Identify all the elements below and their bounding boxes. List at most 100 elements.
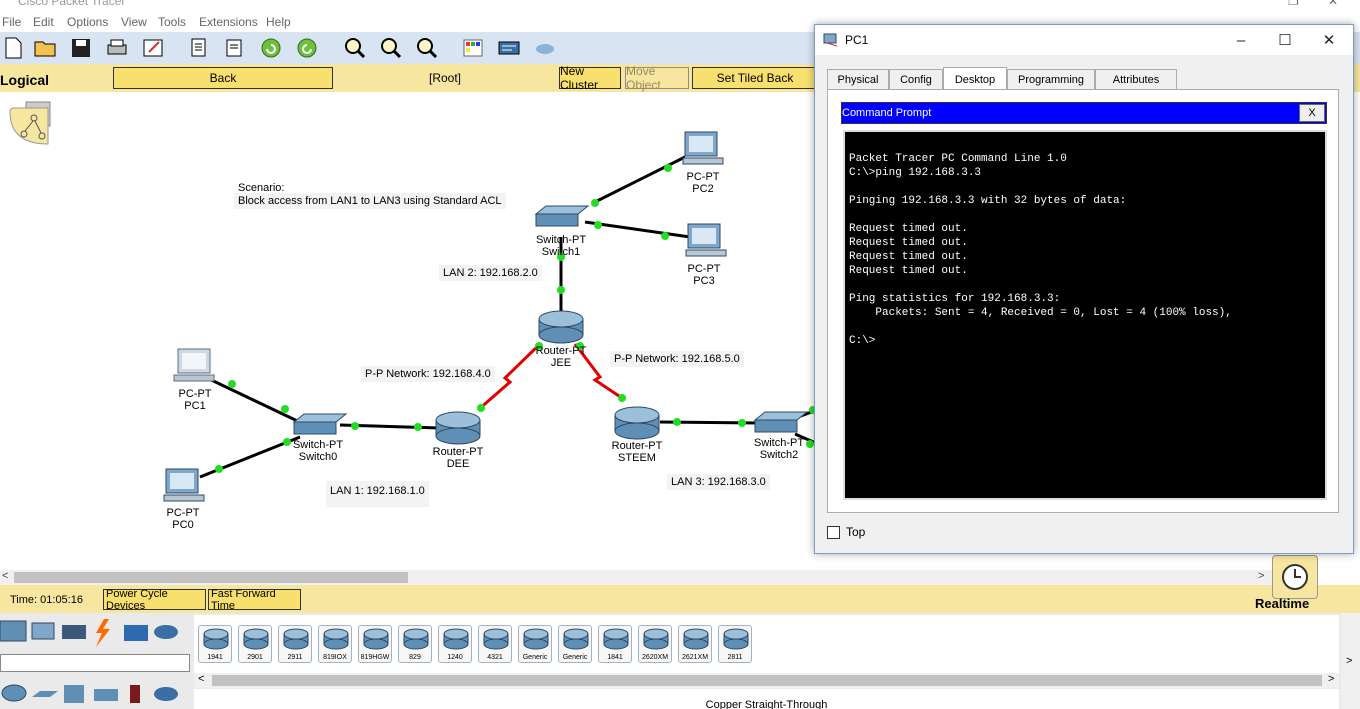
- device-list-scrollbar[interactable]: < >: [194, 673, 1339, 688]
- pc3-icon: [685, 223, 727, 257]
- vscroll-right-icon[interactable]: >: [1346, 655, 1352, 667]
- menu-file[interactable]: File: [2, 15, 21, 29]
- scroll-left-icon[interactable]: <: [2, 570, 8, 582]
- scenario-text: Block access from LAN1 to LAN3 using Sta…: [234, 193, 506, 209]
- close-icon[interactable]: ✕: [1328, 0, 1338, 8]
- router-model-icon: [203, 628, 229, 650]
- window-close-icon[interactable]: ✕: [1307, 28, 1351, 52]
- set-tiled-background-button[interactable]: Set Tiled Back: [692, 67, 818, 89]
- cloud-icon[interactable]: [532, 35, 558, 61]
- tab-config[interactable]: Config: [889, 69, 943, 90]
- router-model-icon: [523, 628, 549, 650]
- router-model-4[interactable]: 819HGW: [358, 625, 392, 663]
- router-model-icon: [443, 628, 469, 650]
- tab-attributes[interactable]: Attributes: [1095, 69, 1177, 90]
- dev-scroll-right-icon[interactable]: >: [1328, 673, 1334, 685]
- restore-icon[interactable]: ❐: [1288, 0, 1299, 8]
- switch0-label[interactable]: Switch-PT Switch0: [293, 439, 343, 463]
- open-folder-icon[interactable]: [32, 35, 58, 61]
- print-icon[interactable]: [104, 35, 130, 61]
- router-model-11[interactable]: 2620XM: [638, 625, 672, 663]
- menu-options[interactable]: Options: [67, 15, 108, 29]
- menu-tools[interactable]: Tools: [158, 15, 186, 29]
- back-button[interactable]: Back: [113, 67, 333, 89]
- menu-help[interactable]: Help: [266, 15, 291, 29]
- zoom-reset-icon[interactable]: [378, 35, 404, 61]
- pc1-label[interactable]: PC-PT PC1: [179, 388, 212, 412]
- router-model-icon: [483, 628, 509, 650]
- pc3-label[interactable]: PC-PT PC3: [688, 263, 721, 287]
- cluster-navigation-icon[interactable]: [8, 100, 52, 148]
- router-model-9[interactable]: Generic: [558, 625, 592, 663]
- switch2-icon: [753, 411, 809, 433]
- scroll-thumb[interactable]: [14, 572, 408, 583]
- terminal-output[interactable]: Packet Tracer PC Command Line 1.0 C:\>pi…: [843, 130, 1327, 500]
- router-model-13[interactable]: 2811: [718, 625, 752, 663]
- switch1-label[interactable]: Switch-PT Switch1: [536, 234, 586, 258]
- move-object-button[interactable]: Move Object: [625, 64, 689, 92]
- paste-icon[interactable]: [222, 35, 248, 61]
- router-model-0[interactable]: 1941: [198, 625, 232, 663]
- redo-icon[interactable]: [294, 35, 320, 61]
- custom-device-icon[interactable]: [496, 35, 522, 61]
- router-dee-label[interactable]: Router-PT DEE: [433, 446, 484, 470]
- device-search-input[interactable]: [0, 654, 190, 672]
- dev-scroll-thumb[interactable]: [212, 675, 1322, 686]
- router-steem-icon: [614, 406, 660, 440]
- new-file-icon[interactable]: [0, 35, 26, 61]
- router-jee-label[interactable]: Router-PT JEE: [536, 345, 587, 369]
- copy-icon[interactable]: [186, 35, 212, 61]
- zoom-in-icon[interactable]: [342, 35, 368, 61]
- save-icon[interactable]: [68, 35, 94, 61]
- router-model-8[interactable]: Generic: [518, 625, 552, 663]
- maximize-icon[interactable]: ☐: [1263, 28, 1307, 52]
- realtime-mode-label[interactable]: Realtime: [1255, 596, 1309, 611]
- folder-icon: [124, 625, 148, 641]
- router-steem-label[interactable]: Router-PT STEEM: [612, 440, 663, 464]
- components-icon: [62, 625, 86, 639]
- pc2-label[interactable]: PC-PT PC2: [687, 171, 720, 195]
- menu-view[interactable]: View: [121, 15, 147, 29]
- new-cluster-button[interactable]: New Cluster: [559, 64, 621, 92]
- packet-tracer-app: Cisco Packet Tracer ❐ ✕ File Edit Option…: [0, 0, 1360, 709]
- router-model-1[interactable]: 2901: [238, 625, 272, 663]
- palette-icon[interactable]: [460, 35, 486, 61]
- router-model-5[interactable]: 829: [398, 625, 432, 663]
- zoom-out-icon[interactable]: [414, 35, 440, 61]
- tab-physical[interactable]: Physical: [827, 69, 889, 90]
- router-model-10[interactable]: 1841: [598, 625, 632, 663]
- router-model-label: 829: [409, 654, 421, 661]
- router-model-label: 1841: [607, 654, 623, 661]
- workspace-horizontal-scrollbar[interactable]: < >: [0, 570, 1272, 585]
- dev-scroll-left-icon[interactable]: <: [198, 673, 204, 685]
- router-model-3[interactable]: 819IOX: [318, 625, 352, 663]
- tab-desktop[interactable]: Desktop: [943, 67, 1007, 91]
- command-prompt-close-button[interactable]: X: [1299, 104, 1325, 122]
- router-model-label: 2811: [727, 654, 743, 661]
- router-model-6[interactable]: 1240: [438, 625, 472, 663]
- router-model-2[interactable]: 2911: [278, 625, 312, 663]
- router-model-7[interactable]: 4321: [478, 625, 512, 663]
- top-checkbox[interactable]: Top: [827, 525, 865, 539]
- menu-edit[interactable]: Edit: [33, 15, 54, 29]
- menu-extensions[interactable]: Extensions: [199, 15, 258, 29]
- pc1-title-bar[interactable]: PC1 – ☐ ✕: [815, 25, 1353, 55]
- palette-vertical-scrollbar[interactable]: >: [1341, 613, 1360, 709]
- link-pc1-switch0: [204, 375, 311, 429]
- switch2-label[interactable]: Switch-PT Switch2: [754, 437, 804, 461]
- logical-label[interactable]: Logical: [0, 72, 49, 88]
- minimize-icon[interactable]: –: [1219, 28, 1263, 52]
- lan2-label: LAN 2: 192.168.2.0: [439, 265, 542, 281]
- tab-programming[interactable]: Programming: [1007, 69, 1095, 90]
- top-checkbox-box[interactable]: [827, 525, 840, 539]
- hub-subcategory-icon: [64, 685, 84, 703]
- power-cycle-devices-button[interactable]: Power Cycle Devices: [103, 588, 206, 612]
- undo-icon[interactable]: [258, 35, 284, 61]
- realtime-clock-icon[interactable]: [1272, 555, 1318, 599]
- activity-wizard-icon[interactable]: [140, 35, 166, 61]
- pc0-label[interactable]: PC-PT PC0: [167, 507, 200, 531]
- router-model-label: 819IOX: [323, 654, 347, 661]
- scroll-right-icon[interactable]: >: [1258, 570, 1264, 582]
- router-model-12[interactable]: 2621XM: [678, 625, 712, 663]
- fast-forward-time-button[interactable]: Fast Forward Time: [208, 588, 301, 612]
